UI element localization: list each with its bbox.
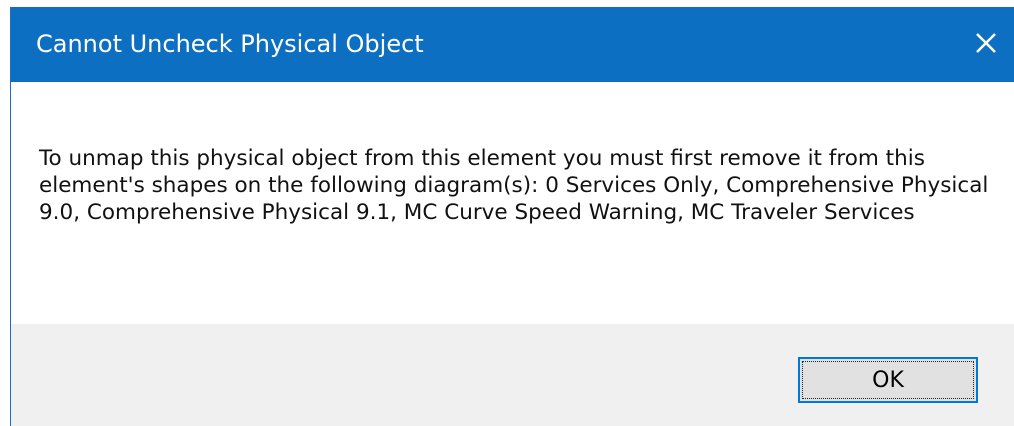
dialog-content: To unmap this physical object from this …	[11, 82, 1014, 324]
dialog-titlebar[interactable]: Cannot Uncheck Physical Object	[11, 7, 1014, 82]
message-dialog: Cannot Uncheck Physical Object To unmap …	[10, 7, 1014, 426]
close-button[interactable]	[966, 23, 1006, 63]
ok-button[interactable]: OK	[798, 357, 978, 403]
dialog-title: Cannot Uncheck Physical Object	[36, 30, 424, 58]
close-icon	[976, 33, 996, 53]
dialog-message: To unmap this physical object from this …	[39, 146, 989, 225]
dialog-footer: OK	[11, 324, 1014, 426]
screenshot-page: Cannot Uncheck Physical Object To unmap …	[0, 0, 1014, 426]
